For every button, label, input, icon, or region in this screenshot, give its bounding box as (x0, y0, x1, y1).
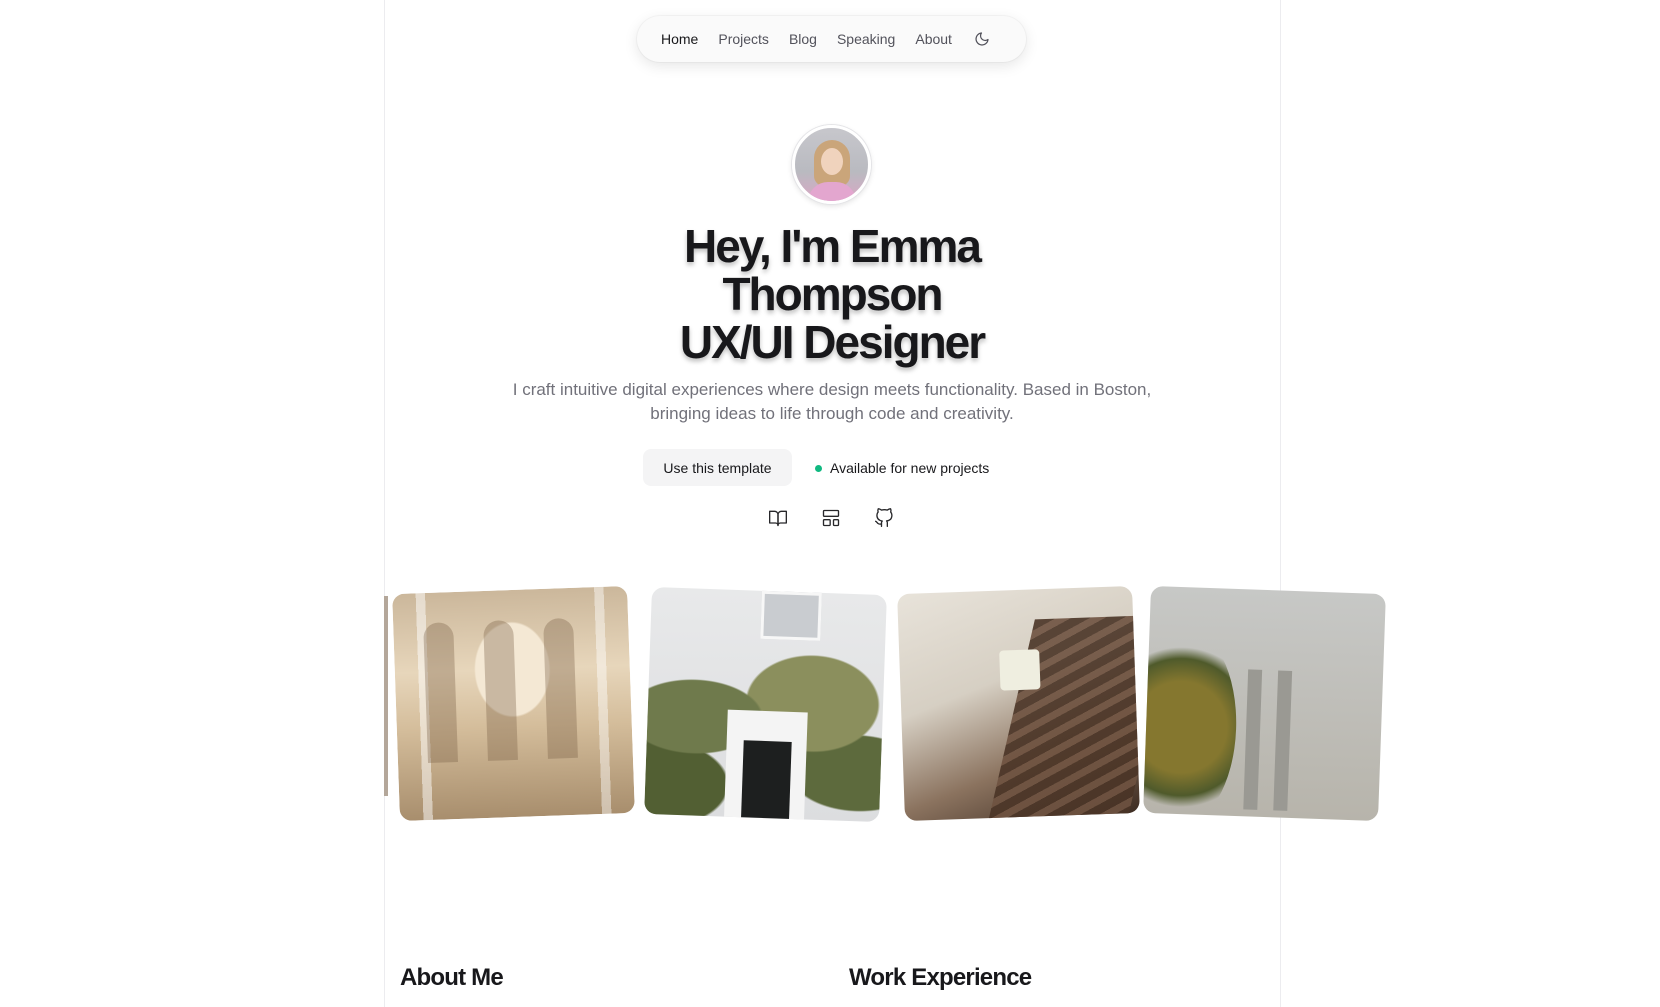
top-navigation: Home Projects Blog Speaking About (637, 16, 1026, 62)
nav-home[interactable]: Home (661, 31, 698, 47)
gallery-photo-partial (384, 596, 388, 796)
nav-projects[interactable]: Projects (718, 31, 769, 47)
social-links (767, 507, 895, 529)
gallery-photo-arcade (392, 585, 635, 822)
use-template-button[interactable]: Use this template (643, 449, 792, 486)
about-heading: About Me (400, 964, 504, 991)
hero-title-line3: UX/UI Designer (679, 316, 986, 368)
layout-icon[interactable] (820, 507, 842, 529)
gallery-photo-staircase (897, 585, 1140, 822)
moon-icon[interactable] (974, 31, 990, 47)
book-open-icon[interactable] (767, 507, 789, 529)
nav-about[interactable]: About (915, 31, 952, 47)
status-dot-icon (815, 464, 822, 472)
avatar (792, 125, 871, 204)
github-icon[interactable] (873, 507, 895, 529)
hero-subtitle: I craft intuitive digital experiences wh… (512, 380, 1152, 423)
hero-title: Hey, I'm Emma Thompson UX/UI Designer (584, 222, 1080, 366)
gallery-photo-doorway (644, 586, 887, 823)
nav-speaking[interactable]: Speaking (837, 31, 895, 47)
status-label: Available for new projects (830, 460, 990, 476)
gallery-photo-building (1143, 585, 1386, 822)
availability-status: Available for new projects (815, 459, 989, 477)
experience-heading: Work Experience (849, 964, 1032, 991)
hero-title-line2: Thompson (722, 268, 943, 320)
hero-title-line1: Hey, I'm Emma (684, 220, 982, 272)
nav-blog[interactable]: Blog (789, 31, 817, 47)
